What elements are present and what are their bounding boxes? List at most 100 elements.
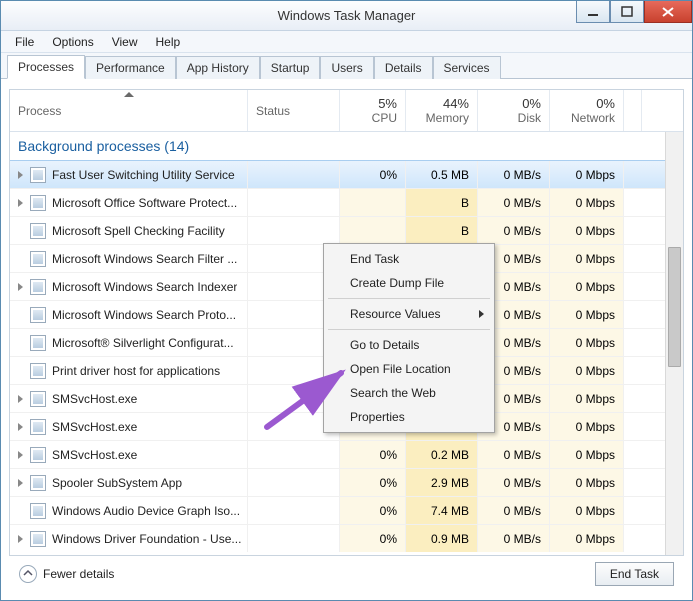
tab-performance[interactable]: Performance bbox=[85, 56, 176, 79]
context-menu-item[interactable]: Search the Web bbox=[326, 381, 492, 405]
tab-services[interactable]: Services bbox=[433, 56, 501, 79]
memory-cell: 2.9 MB bbox=[406, 469, 478, 496]
process-cell: Microsoft Office Software Protect... bbox=[10, 189, 248, 216]
expand-icon[interactable] bbox=[14, 535, 28, 543]
process-cell: SMSvcHost.exe bbox=[10, 413, 248, 440]
cpu-cell bbox=[340, 217, 406, 244]
titlebar[interactable]: Windows Task Manager bbox=[1, 1, 692, 31]
process-name: Spooler SubSystem App bbox=[52, 476, 182, 490]
menu-file[interactable]: File bbox=[7, 33, 42, 51]
status-cell bbox=[248, 161, 340, 188]
process-name: Microsoft Office Software Protect... bbox=[52, 196, 237, 210]
window-buttons bbox=[576, 1, 692, 23]
col-memory[interactable]: 44%Memory bbox=[406, 90, 478, 131]
app-icon bbox=[30, 335, 46, 351]
context-menu-item[interactable]: Go to Details bbox=[326, 333, 492, 357]
expand-icon[interactable] bbox=[14, 199, 28, 207]
network-cell: 0 Mbps bbox=[550, 413, 624, 440]
disk-cell: 0 MB/s bbox=[478, 469, 550, 496]
process-name: Microsoft Spell Checking Facility bbox=[52, 224, 225, 238]
close-button[interactable] bbox=[644, 1, 692, 23]
network-cell: 0 Mbps bbox=[550, 273, 624, 300]
col-disk[interactable]: 0%Disk bbox=[478, 90, 550, 131]
maximize-button[interactable] bbox=[610, 1, 644, 23]
scrollbar-thumb[interactable] bbox=[668, 247, 681, 367]
table-row[interactable]: Microsoft Office Software Protect...B0 M… bbox=[10, 188, 683, 216]
app-icon bbox=[30, 307, 46, 323]
expand-icon[interactable] bbox=[14, 479, 28, 487]
tab-startup[interactable]: Startup bbox=[260, 56, 321, 79]
process-cell: Microsoft Windows Search Filter ... bbox=[10, 245, 248, 272]
context-menu-item[interactable]: End Task bbox=[326, 247, 492, 271]
cpu-cell: 0% bbox=[340, 161, 406, 188]
app-icon bbox=[30, 475, 46, 491]
disk-cell: 0 MB/s bbox=[478, 497, 550, 524]
process-cell: Microsoft® Silverlight Configurat... bbox=[10, 329, 248, 356]
col-status[interactable]: Status bbox=[248, 90, 340, 131]
network-cell: 0 Mbps bbox=[550, 217, 624, 244]
network-cell: 0 Mbps bbox=[550, 245, 624, 272]
end-task-button[interactable]: End Task bbox=[595, 562, 674, 586]
status-cell bbox=[248, 469, 340, 496]
context-menu-item[interactable]: Properties bbox=[326, 405, 492, 429]
col-process[interactable]: Process bbox=[10, 90, 248, 131]
table-row[interactable]: Microsoft Spell Checking Facility B0 MB/s… bbox=[10, 216, 683, 244]
expand-icon[interactable] bbox=[14, 171, 28, 179]
table-row[interactable]: SMSvcHost.exe 0%0.2 MB0 MB/s0 Mbps bbox=[10, 440, 683, 468]
context-menu-separator bbox=[328, 329, 490, 330]
network-cell: 0 Mbps bbox=[550, 469, 624, 496]
process-cell: Print driver host for applications bbox=[10, 357, 248, 384]
cpu-cell: 0% bbox=[340, 469, 406, 496]
menu-help[interactable]: Help bbox=[148, 33, 189, 51]
expand-icon[interactable] bbox=[14, 283, 28, 291]
col-cpu[interactable]: 5%CPU bbox=[340, 90, 406, 131]
memory-cell: B bbox=[406, 217, 478, 244]
fewer-details-toggle[interactable]: Fewer details bbox=[19, 565, 114, 583]
vertical-scrollbar[interactable] bbox=[665, 132, 683, 555]
content-area: Process Status 5%CPU 44%Memory 0%Disk 0%… bbox=[1, 79, 692, 600]
context-menu-item[interactable]: Open File Location bbox=[326, 357, 492, 381]
network-cell: 0 Mbps bbox=[550, 441, 624, 468]
process-cell: Fast User Switching Utility Service bbox=[10, 161, 248, 188]
menubar: File Options View Help bbox=[1, 31, 692, 53]
table-row[interactable]: Windows Audio Device Graph Iso...0%7.4 M… bbox=[10, 496, 683, 524]
tab-processes[interactable]: Processes bbox=[7, 55, 85, 79]
app-icon bbox=[30, 503, 46, 519]
tab-details[interactable]: Details bbox=[374, 56, 433, 79]
menu-view[interactable]: View bbox=[104, 33, 146, 51]
task-manager-window: Windows Task Manager File Options View H… bbox=[0, 0, 693, 601]
process-name: SMSvcHost.exe bbox=[52, 392, 137, 406]
process-name: Fast User Switching Utility Service bbox=[52, 168, 235, 182]
disk-cell: 0 MB/s bbox=[478, 217, 550, 244]
status-cell bbox=[248, 189, 340, 216]
memory-cell: 0.2 MB bbox=[406, 441, 478, 468]
process-name: Windows Driver Foundation - Use... bbox=[52, 532, 241, 546]
disk-cell: 0 MB/s bbox=[478, 441, 550, 468]
app-icon bbox=[30, 195, 46, 211]
expand-icon[interactable] bbox=[14, 451, 28, 459]
memory-cell: 7.4 MB bbox=[406, 497, 478, 524]
tab-app-history[interactable]: App History bbox=[176, 56, 260, 79]
group-header[interactable]: Background processes (14) bbox=[10, 132, 683, 160]
cpu-cell: 0% bbox=[340, 497, 406, 524]
network-cell: 0 Mbps bbox=[550, 385, 624, 412]
context-menu-item[interactable]: Create Dump File bbox=[326, 271, 492, 295]
expand-icon[interactable] bbox=[14, 423, 28, 431]
memory-cell: 0.9 MB bbox=[406, 525, 478, 552]
minimize-button[interactable] bbox=[576, 1, 610, 23]
table-row[interactable]: Spooler SubSystem App 0%2.9 MB0 MB/s0 Mbp… bbox=[10, 468, 683, 496]
cpu-cell: 0% bbox=[340, 441, 406, 468]
context-menu-item[interactable]: Resource Values bbox=[326, 302, 492, 326]
col-network[interactable]: 0%Network bbox=[550, 90, 624, 131]
table-row[interactable]: Windows Driver Foundation - Use...0%0.9 … bbox=[10, 524, 683, 552]
menu-options[interactable]: Options bbox=[44, 33, 101, 51]
tab-users[interactable]: Users bbox=[320, 56, 373, 79]
process-name: Microsoft Windows Search Filter ... bbox=[52, 252, 237, 266]
chevron-up-icon bbox=[19, 565, 37, 583]
context-menu-separator bbox=[328, 298, 490, 299]
table-row[interactable]: Fast User Switching Utility Service0%0.5… bbox=[10, 160, 683, 188]
app-icon bbox=[30, 251, 46, 267]
expand-icon[interactable] bbox=[14, 395, 28, 403]
process-cell: SMSvcHost.exe bbox=[10, 441, 248, 468]
process-cell: Microsoft Spell Checking Facility bbox=[10, 217, 248, 244]
